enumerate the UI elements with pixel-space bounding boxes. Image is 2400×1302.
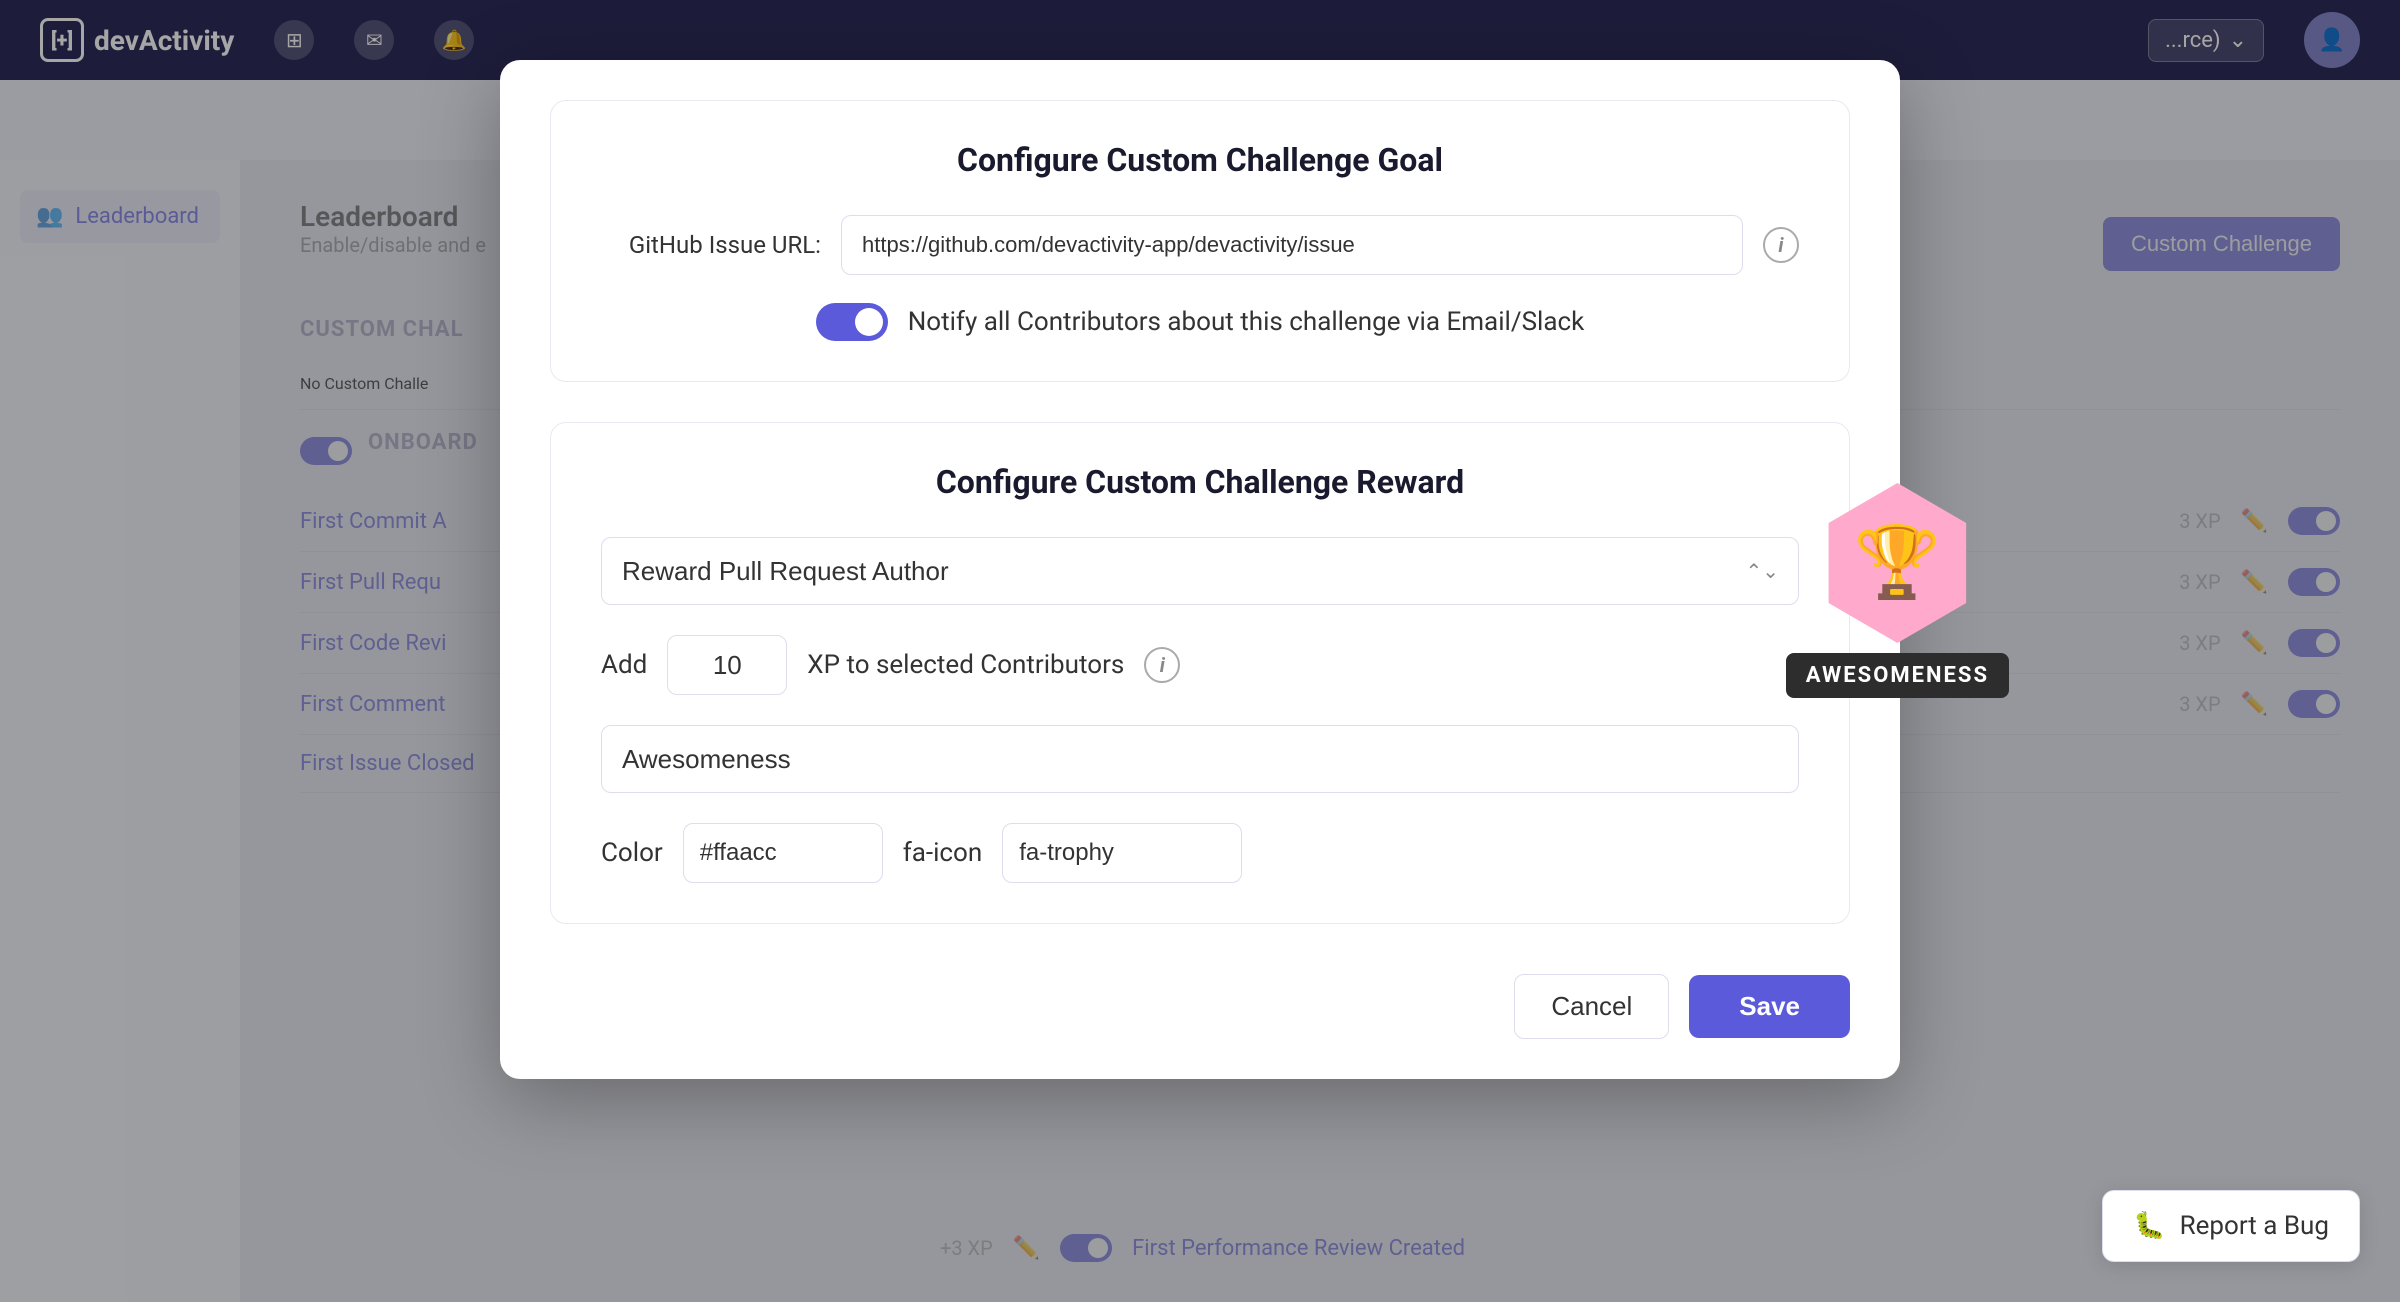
trophy-hexagon: 🏆 [1817,483,1977,643]
report-bug-button[interactable]: 🐛 Report a Bug [2102,1190,2360,1262]
goal-card: Configure Custom Challenge Goal GitHub I… [550,100,1850,382]
trophy-label: AWESOMENESS [1786,653,2009,698]
save-button[interactable]: Save [1689,975,1850,1038]
reward-select-wrapper: Reward Pull Request Author Reward Issue … [601,537,1799,605]
color-label: Color [601,838,663,868]
github-url-input[interactable] [841,215,1743,275]
xp-input[interactable] [667,635,787,695]
reward-type-select[interactable]: Reward Pull Request Author Reward Issue … [601,537,1799,605]
info-icon-url[interactable]: i [1763,227,1799,263]
reward-title: Configure Custom Challenge Reward [601,463,1799,501]
github-url-row: GitHub Issue URL: i [601,215,1799,275]
notify-label: Notify all Contributors about this chall… [908,307,1585,337]
github-url-label: GitHub Issue URL: [601,231,821,259]
xp-suffix: XP to selected Contributors [807,650,1124,680]
modal-footer: Cancel Save [500,954,1900,1079]
color-input[interactable] [683,823,883,883]
icon-input[interactable] [1002,823,1242,883]
icon-label: fa-icon [903,838,983,868]
color-row: Color fa-icon [601,823,1799,883]
trophy-badge: 🏆 AWESOMENESS [1786,483,2009,698]
report-bug-label: Report a Bug [2180,1211,2329,1241]
xp-row: Add XP to selected Contributors i [601,635,1799,695]
notify-toggle[interactable] [816,303,888,341]
reward-card: Configure Custom Challenge Reward 🏆 AWES… [550,422,1850,924]
modal-dialog: Configure Custom Challenge Goal GitHub I… [500,60,1900,1079]
modal-overlay: Configure Custom Challenge Goal GitHub I… [0,0,2400,1302]
add-label: Add [601,650,647,680]
info-icon-xp[interactable]: i [1144,647,1180,683]
badge-name-input[interactable] [601,725,1799,793]
cancel-button[interactable]: Cancel [1514,974,1669,1039]
bug-icon: 🐛 [2133,1211,2165,1241]
goal-title: Configure Custom Challenge Goal [601,141,1799,179]
notify-row: Notify all Contributors about this chall… [601,303,1799,341]
trophy-icon: 🏆 [1854,522,1941,604]
